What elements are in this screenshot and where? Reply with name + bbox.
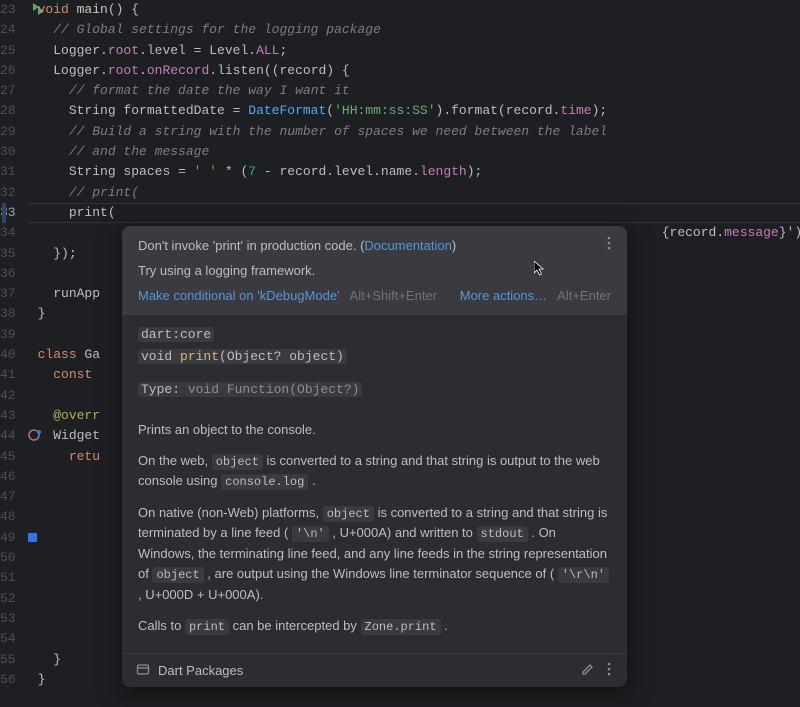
line-number: 36: [0, 264, 16, 284]
line-number: 47: [0, 487, 16, 507]
quickfix-shortcut: Alt+Shift+Enter: [350, 288, 437, 303]
line-number: 55: [0, 650, 16, 670]
code-line[interactable]: Logger.root.level = Level.ALL;: [38, 41, 800, 61]
code-line[interactable]: // format the date the way I want it: [38, 81, 800, 101]
line-number: 32: [0, 183, 16, 203]
code-line[interactable]: String formattedDate = DateFormat('HH:mm…: [38, 101, 800, 121]
line-number: 44: [0, 426, 16, 446]
line-number: 35: [0, 244, 16, 264]
package-icon: [136, 662, 150, 679]
documentation-link[interactable]: Documentation: [364, 238, 451, 253]
doc-popup: Don't invoke 'print' in production code.…: [122, 226, 627, 687]
code-line[interactable]: void main() {: [38, 0, 800, 20]
line-number: 29: [0, 122, 16, 142]
signature-section: dart:core void print(Object? object) Typ…: [122, 315, 627, 406]
code-line[interactable]: // print(: [38, 183, 800, 203]
line-number: 38: [0, 304, 16, 324]
line-number: 39: [0, 325, 16, 345]
line-number: 54: [0, 629, 16, 649]
line-number: 31: [0, 162, 16, 182]
warning-message: Don't invoke 'print' in production code.…: [138, 238, 611, 253]
doc-body: Prints an object to the console. On the …: [122, 406, 627, 654]
line-number: 43: [0, 406, 16, 426]
doc-p1: Prints an object to the console.: [138, 420, 611, 440]
warning-hint: Try using a logging framework.: [138, 263, 611, 278]
line-number: 23: [0, 0, 16, 20]
code-line[interactable]: // Global settings for the logging packa…: [38, 20, 800, 40]
line-number: 48: [0, 507, 16, 527]
line-number: 27: [0, 81, 16, 101]
doc-footer-label: Dart Packages: [158, 663, 243, 678]
doc-p3: On native (non-Web) platforms, object is…: [138, 503, 611, 605]
warning-text-post: ): [452, 238, 456, 253]
code-line[interactable]: // and the message: [38, 142, 800, 162]
gutter: 2324252627282930313233343536373839404142…: [0, 0, 28, 707]
sig-library: dart:core: [138, 327, 214, 342]
line-number: 56: [0, 670, 16, 690]
code-line[interactable]: String spaces = ' ' * (7 - record.level.…: [38, 162, 800, 182]
line-number: 53: [0, 609, 16, 629]
line-number: 51: [0, 568, 16, 588]
doc-footer: Dart Packages: [122, 653, 627, 687]
kebab-menu-icon[interactable]: [603, 662, 615, 679]
warning-text: Don't invoke 'print' in production code.…: [138, 238, 364, 253]
line-number: 42: [0, 386, 16, 406]
line-number: 33: [0, 203, 16, 223]
sig-declaration: void print(Object? object): [138, 349, 347, 364]
line-number: 46: [0, 467, 16, 487]
quickfix-row: Make conditional on 'kDebugMode' Alt+Shi…: [138, 288, 611, 303]
breakpoint-stripe: [2, 203, 6, 223]
more-actions-shortcut: Alt+Enter: [557, 288, 611, 303]
line-number: 26: [0, 61, 16, 81]
line-number: 28: [0, 101, 16, 121]
line-number: 40: [0, 345, 16, 365]
line-number: 25: [0, 41, 16, 61]
line-number: 24: [0, 20, 16, 40]
current-line-highlight: [28, 203, 800, 223]
line-number: 52: [0, 589, 16, 609]
line-number: 34: [0, 223, 16, 243]
line-number: 45: [0, 447, 16, 467]
line-number: 50: [0, 548, 16, 568]
line-number: 30: [0, 142, 16, 162]
line-number: 41: [0, 365, 16, 385]
line-number: 49: [0, 528, 16, 548]
doc-p4: Calls to print can be intercepted by Zon…: [138, 616, 611, 637]
code-line[interactable]: Logger.root.onRecord.listen((record) {: [38, 61, 800, 81]
quickfix-link[interactable]: Make conditional on 'kDebugMode': [138, 288, 340, 303]
edit-icon[interactable]: [581, 662, 595, 679]
warning-section: Don't invoke 'print' in production code.…: [122, 226, 627, 315]
line-number: 37: [0, 284, 16, 304]
popup-menu-icon[interactable]: [603, 236, 615, 253]
sig-type: Type: void Function(Object?): [138, 382, 362, 397]
code-line[interactable]: // Build a string with the number of spa…: [38, 122, 800, 142]
doc-p2: On the web, object is converted to a str…: [138, 451, 611, 492]
more-actions-link[interactable]: More actions…: [460, 288, 547, 303]
